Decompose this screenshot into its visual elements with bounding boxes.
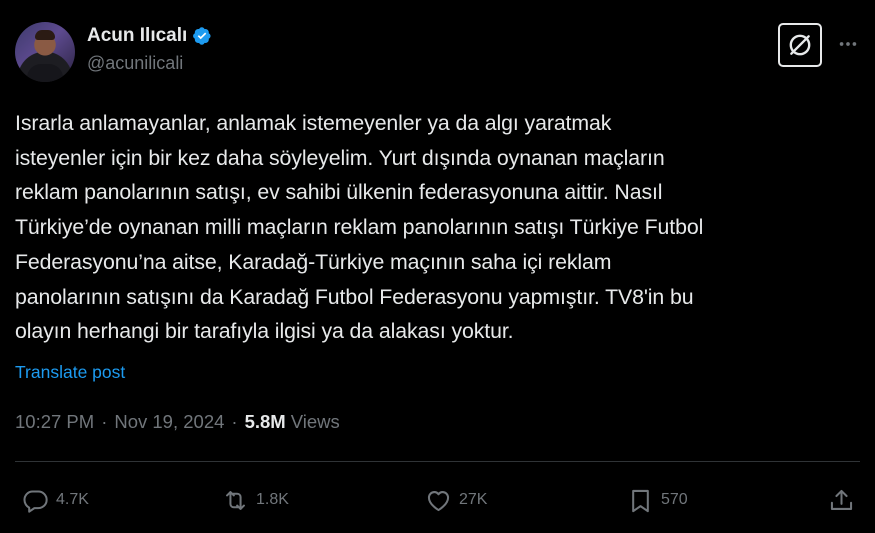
avatar[interactable] (15, 22, 75, 82)
share-icon (830, 489, 853, 510)
meta-separator: · (101, 411, 108, 432)
handle[interactable]: @acunilicali (87, 53, 212, 74)
divider (15, 461, 860, 462)
name-row: Acun Ilıcalı (87, 23, 212, 49)
views-count[interactable]: 5.8M (245, 411, 286, 433)
tweet-text: Israrla anlamayanlar, anlamak istemeyenl… (15, 111, 704, 344)
reply-button[interactable]: 4.7K (22, 480, 89, 520)
meta-separator: · (231, 411, 238, 432)
translate-post-link[interactable]: Translate post (15, 362, 125, 383)
tweet: Acun Ilıcalı @acunilicali Israrla anlama… (0, 0, 875, 533)
more-button[interactable] (836, 32, 860, 56)
author-names: Acun Ilıcalı @acunilicali (87, 23, 212, 74)
like-count: 27K (459, 491, 488, 508)
views-label: Views (290, 411, 340, 432)
repost-button[interactable]: 1.8K (222, 480, 289, 520)
tweet-header: Acun Ilıcalı @acunilicali (15, 20, 860, 84)
more-icon (839, 42, 857, 46)
tweet-date[interactable]: Nov 19, 2024 (114, 411, 224, 433)
avatar-shirt (27, 64, 63, 82)
share-button[interactable] (828, 480, 855, 520)
like-icon (427, 490, 450, 511)
bookmark-button[interactable]: 570 (627, 480, 688, 520)
like-button[interactable]: 27K (425, 480, 487, 520)
reply-icon (23, 489, 48, 513)
tweet-meta: 10:27 PM · Nov 19, 2024 · 5.8M Views (15, 411, 340, 433)
grok-icon (789, 34, 811, 56)
bookmark-count: 570 (661, 491, 688, 508)
grok-button[interactable] (778, 23, 822, 67)
tweet-time[interactable]: 10:27 PM (15, 411, 94, 433)
reply-count: 4.7K (56, 491, 89, 508)
avatar-hair (35, 30, 55, 40)
action-bar: 4.7K 1.8K 27K 570 (0, 480, 875, 520)
repost-icon (226, 490, 245, 510)
bookmark-icon (632, 489, 649, 512)
verified-badge-icon[interactable] (192, 26, 212, 46)
display-name[interactable]: Acun Ilıcalı (87, 25, 187, 47)
repost-count: 1.8K (256, 491, 289, 508)
